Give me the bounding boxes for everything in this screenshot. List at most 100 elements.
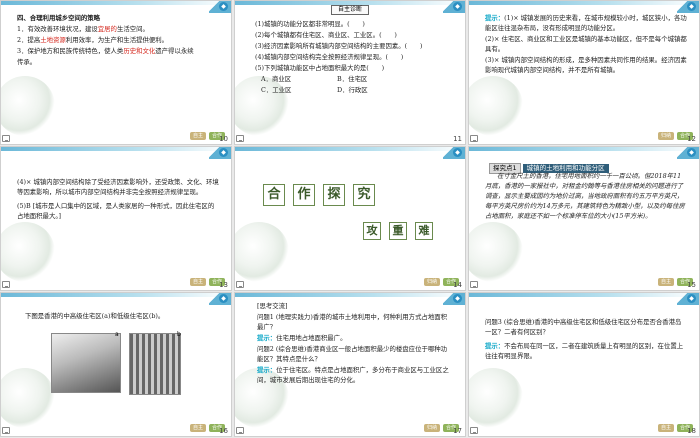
slide-thumbnail-13[interactable]: ◆ (4)× 城镇内部空间结构除了受经济因素影响外，还受政策、文化、环境等因素影… [0, 146, 232, 291]
title-char: 作 [293, 184, 315, 206]
slide-caption: 10 [0, 133, 232, 145]
hint-label: 提示： [257, 366, 277, 374]
hint-label: 提示： [485, 14, 505, 22]
slide-comment-icon[interactable] [236, 427, 244, 434]
section-subtitle: 攻重难 [363, 219, 441, 240]
slide-thumbnail-14[interactable]: ◆ 合作探究 攻重难 归纳 合作 [234, 146, 466, 291]
slide-number: 16 [219, 427, 228, 435]
option-d: D．行政区 [337, 86, 368, 94]
slide-comment-icon[interactable] [236, 281, 244, 288]
slide-comment-icon[interactable] [2, 281, 10, 288]
slide-badge-icon: ◆ [219, 294, 228, 303]
option-row: A．商业区 B．住宅区 [255, 74, 453, 84]
title-char: 探 [323, 184, 345, 206]
slide-number: 14 [453, 281, 462, 289]
answer-text: 不会布局在同一区，二者在建筑质量上有明显的区别，在位置上往往有明显界限。 [485, 342, 684, 360]
slide-body: 在寸金尺土的香港，住宅用地面积约一千一百公顷。但2018年11月底，香港的一家报… [485, 171, 687, 222]
answer-line: 提示：位于住宅区。特点是占地面积广，多分布于商业区与工业区之间，城市发展后期出现… [257, 365, 453, 385]
flower-decoration [1, 76, 55, 136]
answer-text: 位于住宅区。特点是占地面积广，多分布于商业区与工业区之间，城市发展后期出现住宅的… [257, 366, 449, 384]
question-line: 问题3 (综合思维)香港的中高级住宅区和低级住宅区分布是否合香港岛一区？二者有何… [485, 318, 682, 336]
question-line: 问题1 (地理实践力)香港的城市土地利用中，何种利用方式占地面积最广？ [257, 313, 448, 331]
option-row: C．工业区 D．行政区 [255, 85, 453, 95]
slide-top-bar [469, 1, 699, 5]
slide-comment-icon[interactable] [236, 135, 244, 142]
slide-comment-icon[interactable] [470, 281, 478, 288]
question-line: (3)经济因素影响所有城镇内部空间结构的主要因素。( ) [255, 42, 423, 50]
slide-caption: 13 [0, 279, 232, 291]
text: 利用效率，为生产和生活提供便利。 [65, 36, 169, 44]
section-header: [思考交流] [257, 302, 288, 310]
slide-caption: 12 [468, 133, 700, 145]
slide-line: 1．有效改善环境状况，建设宜居的生活空间。 [17, 24, 219, 34]
slide-number: 18 [687, 427, 696, 435]
title-char: 合 [263, 184, 285, 206]
question-line: (4)城镇内部空间结构完全按照经济规律呈现。( ) [255, 53, 404, 61]
slide-body: 下图是香港的中高级住宅区(a)和低级住宅区(b)。 [25, 311, 219, 322]
answer-line: 提示：不会布局在同一区，二者在建筑质量上有明显的区别，在位置上往往有明显界限。 [485, 341, 687, 361]
slide-caption: 14 [234, 279, 466, 291]
slide-body: 提示：(1)× 城镇发展的历史来看，在城市规模较小时，城区狭小，各功能区往往混杂… [485, 13, 687, 76]
question-line: 问题2 (综合思维)香港商业区一般占地面积最少的楼盘应位于哪种功能区？其特点是什… [257, 345, 448, 363]
slide-badge-icon: ◆ [219, 148, 228, 157]
photo-label-b: b [177, 331, 181, 338]
section-header: 自主诊断 [330, 5, 370, 15]
slide-caption: 15 [468, 279, 700, 291]
section-title: 合作探究 [263, 183, 383, 206]
slide-heading: 四、合理利用城乡空间的策略 [17, 14, 101, 22]
slide-comment-icon[interactable] [2, 135, 10, 142]
highlight-text: 土地资源 [40, 36, 66, 44]
answer-line: (5)B [城市是人口集中的区域，是人类家居的一种形式，因此住宅区的占地面积最大… [17, 202, 215, 220]
text: 2．提高 [17, 36, 41, 44]
subtitle-char: 攻 [363, 222, 381, 240]
slide-thumbnail-17[interactable]: ◆ [思考交流] 问题1 (地理实践力)香港的城市土地利用中，何种利用方式占地面… [234, 292, 466, 437]
slide-caption: 18 [468, 425, 700, 437]
subtitle-char: 重 [389, 222, 407, 240]
option-b: B．住宅区 [337, 75, 368, 83]
slide-badge-icon: ◆ [687, 148, 696, 157]
slide-thumbnail-15[interactable]: ◆ 探究点1 城镇的土地利用和功能分区 在寸金尺土的香港，住宅用地面积约一千一百公… [468, 146, 700, 291]
slide-badge-icon: ◆ [453, 294, 462, 303]
slide-badge-icon: ◆ [219, 2, 228, 11]
text: 1．有效改善环境状况，建设 [17, 25, 98, 33]
answer-line: 提示：住宅用地占地面积最广。 [257, 333, 453, 343]
question-line: (1)城镇的功能分区都非常明显。( ) [255, 20, 365, 28]
slide-top-bar [469, 147, 699, 151]
highlight-text: 宜居的 [97, 25, 117, 33]
slide-comment-icon[interactable] [470, 135, 478, 142]
slide-grid: ◆ 四、合理利用城乡空间的策略 1．有效改善环境状况，建设宜居的生活空间。 2．… [0, 0, 700, 438]
slide-thumbnail-11[interactable]: ◆ 自主诊断 (1)城镇的功能分区都非常明显。( ) (2)每个城镇都有住宅区、… [234, 0, 466, 145]
slide-top-bar [469, 293, 699, 297]
text: 3．保护地方和民族传统特色，使人类 [17, 47, 124, 55]
slide-thumbnail-16[interactable]: ◆ 下图是香港的中高级住宅区(a)和低级住宅区(b)。 a b 自主 合作 [0, 292, 232, 437]
slide-line: 下图是香港的中高级住宅区(a)和低级住宅区(b)。 [25, 312, 165, 320]
slide-top-bar [1, 293, 231, 297]
hint-label: 提示： [485, 342, 505, 350]
slide-comment-icon[interactable] [2, 427, 10, 434]
slide-thumbnail-12[interactable]: ◆ 提示：(1)× 城镇发展的历史来看，在城市规模较小时，城区狭小，各功能区往往… [468, 0, 700, 145]
question-line: (2)每个城镇都有住宅区、商业区、工业区。( ) [255, 31, 397, 39]
slide-comment-icon[interactable] [470, 427, 478, 434]
photo-low-grade-residential [129, 333, 181, 395]
slide-number: 15 [687, 281, 696, 289]
question-line: (5)下列城镇功能区中占地面积最大的是( ) [255, 64, 385, 72]
slide-line: 传承。 [17, 58, 37, 66]
slide-badge-icon: ◆ [453, 2, 462, 11]
answer-line: (4)× 城镇内部空间结构除了受经济因素影响外，还受政策、文化、环境等因素影响，… [17, 178, 219, 196]
slide-thumbnail-10[interactable]: ◆ 四、合理利用城乡空间的策略 1．有效改善环境状况，建设宜居的生活空间。 2．… [0, 0, 232, 145]
slide-caption: 16 [0, 425, 232, 437]
highlight-text: 历史和文化 [123, 47, 156, 55]
answer-line: 提示：(1)× 城镇发展的历史来看，在城市规模较小时，城区狭小，各功能区往往混杂… [485, 13, 687, 33]
slide-badge-icon: ◆ [687, 2, 696, 11]
slide-number: 17 [453, 427, 462, 435]
slide-number: 10 [219, 135, 228, 143]
flower-decoration [469, 222, 523, 282]
hint-label: 提示： [257, 334, 277, 342]
photo-high-grade-residential [51, 333, 121, 393]
slide-body: (1)城镇的功能分区都非常明显。( ) (2)每个城镇都有住宅区、商业区、工业区… [255, 19, 453, 96]
answer-text: (1)× 城镇发展的历史来看，在城市规模较小时，城区狭小，各功能区往往混杂布局，… [485, 14, 687, 32]
slide-caption: 17 [234, 425, 466, 437]
paragraph: 在寸金尺土的香港，住宅用地面积约一千一百公顷。但2018年11月底，香港的一家报… [485, 172, 685, 220]
flower-decoration [1, 222, 55, 282]
slide-thumbnail-18[interactable]: ◆ 问题3 (综合思维)香港的中高级住宅区和低级住宅区分布是否合香港岛一区？二者… [468, 292, 700, 437]
